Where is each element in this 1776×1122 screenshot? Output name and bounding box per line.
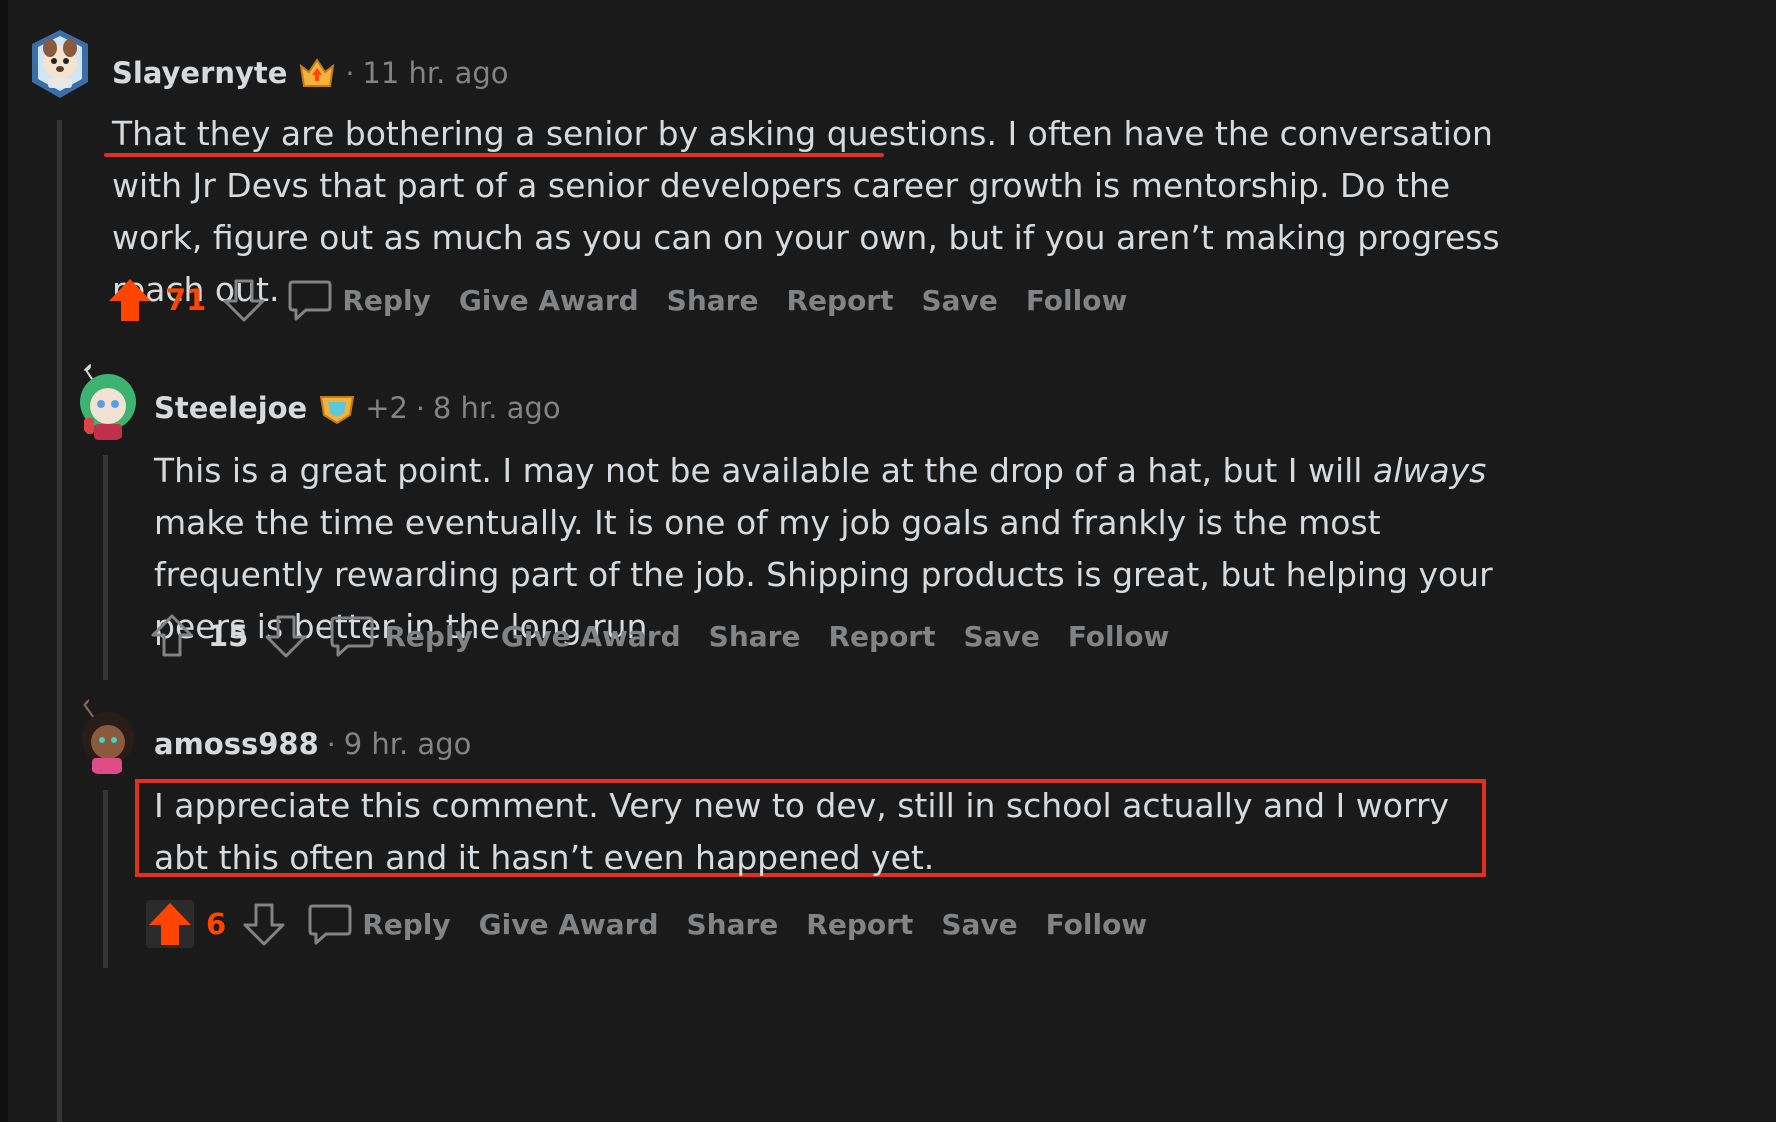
flair-badge-icon[interactable] [317,391,357,425]
thread-line-amoss988[interactable] [103,790,108,968]
report-button[interactable]: Report [806,908,913,941]
annotation-underline [104,153,884,157]
follow-button[interactable]: Follow [1068,620,1170,653]
vote-score: 6 [206,907,227,941]
separator-dot: · [345,56,355,90]
save-button[interactable]: Save [922,284,998,317]
reply-button[interactable]: Reply [330,614,473,658]
thread-line-root[interactable] [57,120,62,1122]
separator-dot: · [326,727,336,761]
comment-actions: 71 Reply Give Award Share Report Save Fo… [106,274,1127,326]
username[interactable]: amoss988 [154,727,319,761]
share-button[interactable]: Share [667,284,759,317]
extra-awards-count[interactable]: +2 [365,391,408,425]
separator-dot: · [415,391,425,425]
comment-meta: amoss988 · 9 hr. ago [154,725,471,763]
avatar[interactable] [74,692,140,776]
comment-body-emphasis: always [1372,451,1487,490]
thread-line-steelejoe[interactable] [103,455,108,680]
comment-meta: Steelejoe +2 · 8 hr. ago [154,389,561,427]
comment-body-start: This is a great point. I may not be avai… [154,451,1373,490]
comment-bubble-icon [330,616,374,657]
give-award-button[interactable]: Give Award [479,908,659,941]
share-button[interactable]: Share [687,908,779,941]
comment-bubble-icon [308,904,352,945]
downvote-icon[interactable] [240,900,288,948]
reply-label: Reply [384,619,473,653]
reply-label: Reply [362,907,451,941]
reply-button[interactable]: Reply [308,902,451,946]
comment-meta: Slayernyte · 11 hr. ago [112,54,509,92]
comment-body: I appreciate this comment. Very new to d… [154,786,1450,877]
timestamp[interactable]: 11 hr. ago [362,56,508,90]
comment-bubble-icon [288,280,332,321]
reply-label: Reply [342,283,431,317]
vote-score: 15 [208,619,249,653]
avatar[interactable] [28,24,92,104]
reply-button[interactable]: Reply [288,278,431,322]
username[interactable]: Slayernyte [112,56,287,90]
report-button[interactable]: Report [828,620,935,653]
give-award-button[interactable]: Give Award [501,620,681,653]
follow-button[interactable]: Follow [1026,284,1128,317]
upvote-icon[interactable] [148,612,196,660]
report-button[interactable]: Report [786,284,893,317]
username[interactable]: Steelejoe [154,391,307,425]
comment-actions: 6 Reply Give Award Share Report Save Fol… [146,898,1147,950]
avatar[interactable] [74,358,140,442]
timestamp[interactable]: 8 hr. ago [433,391,561,425]
upvote-icon[interactable] [106,276,154,324]
upvote-icon[interactable] [146,900,194,948]
save-button[interactable]: Save [964,620,1040,653]
left-edge [0,0,8,1122]
give-award-button[interactable]: Give Award [459,284,639,317]
save-button[interactable]: Save [941,908,1017,941]
downvote-icon[interactable] [220,276,268,324]
flair-badge-icon[interactable] [297,56,337,90]
follow-button[interactable]: Follow [1046,908,1148,941]
comment-actions: 15 Reply Give Award Share Report Save Fo… [148,610,1169,662]
vote-score: 71 [166,283,207,317]
share-button[interactable]: Share [709,620,801,653]
downvote-icon[interactable] [262,612,310,660]
comment-body-underlined: That they are bothering a senior by aski… [112,114,997,153]
timestamp[interactable]: 9 hr. ago [344,727,472,761]
